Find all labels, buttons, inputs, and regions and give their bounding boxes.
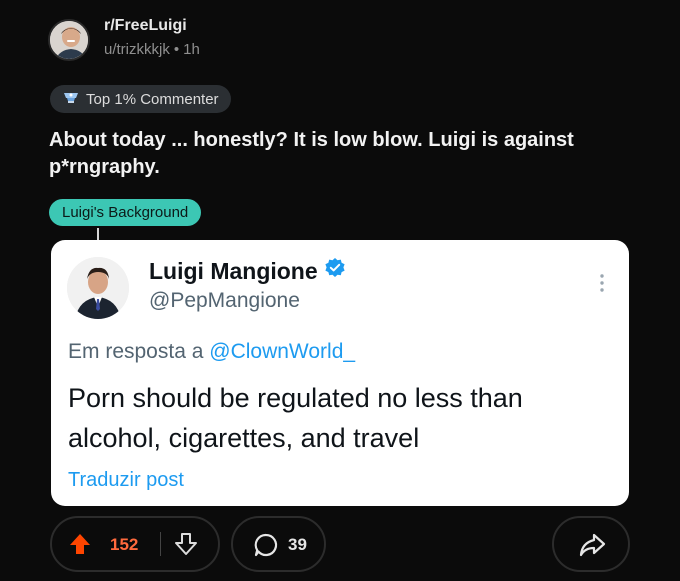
tweet-reply-context: Em resposta a @ClownWorld_ xyxy=(68,340,355,364)
tweet-avatar[interactable] xyxy=(67,257,129,319)
reddit-post: r/FreeLuigi u/trizkkkjk • 1h Top 1% Commen… xyxy=(0,0,680,581)
subreddit-name[interactable]: r/FreeLuigi xyxy=(104,17,187,35)
user-flair-label: Top 1% Commenter xyxy=(86,90,219,108)
post-age: 1h xyxy=(183,41,200,58)
vote-control: 152 xyxy=(50,516,220,572)
post-meta: u/trizkkkjk • 1h xyxy=(104,41,200,58)
translate-post-link[interactable]: Traduzir post xyxy=(68,469,184,492)
tweet-display-name-text: Luigi Mangione xyxy=(149,257,318,284)
comments-button[interactable]: 39 xyxy=(231,516,326,572)
trophy-icon xyxy=(62,90,80,108)
embedded-tweet-card[interactable]: Luigi Mangione @PepMangione Em resposta … xyxy=(51,240,629,506)
upvote-arrow-icon[interactable] xyxy=(68,532,92,556)
comment-bubble-icon xyxy=(253,532,279,558)
tweet-text: Porn should be regulated no less than al… xyxy=(68,383,523,453)
more-options-icon[interactable] xyxy=(599,273,605,293)
share-arrow-icon xyxy=(578,532,606,558)
verified-badge-icon xyxy=(324,257,346,285)
post-title[interactable]: About today ... honestly? It is low blow… xyxy=(49,127,609,181)
meta-separator: • xyxy=(173,41,180,58)
reply-mention-link[interactable]: @ClownWorld_ xyxy=(209,340,355,363)
comment-count: 39 xyxy=(288,535,307,554)
vote-divider xyxy=(160,532,161,556)
post-flair[interactable]: Luigi's Background xyxy=(49,199,202,226)
user-flair: Top 1% Commenter xyxy=(50,85,231,113)
tweet-display-name[interactable]: Luigi Mangione xyxy=(149,257,346,285)
subreddit-avatar[interactable] xyxy=(48,19,90,61)
tweet-handle[interactable]: @PepMangione xyxy=(149,289,300,313)
reply-prefix: Em resposta a xyxy=(68,340,204,363)
share-button[interactable] xyxy=(552,516,630,572)
upvote-count: 152 xyxy=(110,535,139,554)
author-name[interactable]: u/trizkkkjk xyxy=(104,41,170,58)
downvote-arrow-icon[interactable] xyxy=(174,532,198,556)
